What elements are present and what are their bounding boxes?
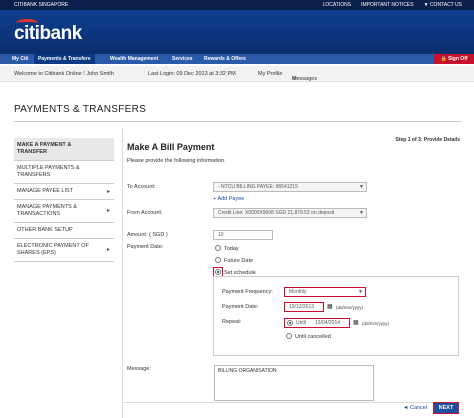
sidebar: MAKE A PAYMENT & TRANSFER MULTIPLE PAYME… <box>14 138 114 262</box>
tab-wealth-management[interactable]: Wealth Management <box>106 54 162 64</box>
option-future-label: Future Date <box>224 258 254 264</box>
date-format-hint: (dd/mm/yyyy) <box>336 305 363 310</box>
logo-arc-icon <box>16 19 38 27</box>
utility-links: LOCATIONS IMPORTANT NOTICES ▼ CONTACT US <box>323 2 462 8</box>
cancel-link[interactable]: ◄ Cancel <box>403 405 427 411</box>
my-profile-link[interactable]: My Profile <box>258 71 282 77</box>
important-notices-link[interactable]: IMPORTANT NOTICES <box>361 2 414 8</box>
last-login: Last Login: 09 Dec 2013 at 3:32 PM <box>148 71 236 77</box>
divider <box>123 402 463 403</box>
main-nav: My Citi Payments & Transfers Wealth Mana… <box>0 54 474 64</box>
repeat-label: Repeat: <box>222 319 242 325</box>
radio-today[interactable] <box>215 245 221 251</box>
welcome-greeting: Welcome to Citibank Online ! John Smith <box>14 71 114 77</box>
amount-label: Amount: ( SGD ) <box>127 232 168 238</box>
message-label: Message: <box>127 366 151 372</box>
divider <box>14 121 462 122</box>
tab-services[interactable]: Services <box>168 54 197 64</box>
locations-link[interactable]: LOCATIONS <box>323 2 352 8</box>
option-today-label: Today <box>224 246 239 252</box>
radio-until[interactable] <box>287 320 293 326</box>
radio-set-schedule[interactable] <box>215 269 221 275</box>
frequency-select[interactable]: Monthly ▼ <box>284 287 366 297</box>
amount-input[interactable]: 10 <box>213 230 273 240</box>
schedule-date-label: Payment Date: <box>222 304 259 310</box>
chevron-down-icon: ▼ <box>359 184 364 190</box>
from-account-select[interactable]: Credit Line: X0000X9008 SGD 21,879.52 on… <box>213 208 367 218</box>
sidebar-item-manage-transactions[interactable]: MANAGE PAYMENTS & TRANSACTIONS ▸ <box>14 200 114 223</box>
page-title: PAYMENTS & TRANSFERS <box>14 104 147 115</box>
site-label: CITIBANK SINGAPORE <box>14 2 69 8</box>
chevron-right-icon: ▸ <box>106 208 110 214</box>
schedule-date-input[interactable]: 13/12/2013 <box>284 302 324 312</box>
chevron-down-icon: ▼ <box>359 210 364 216</box>
until-date-input[interactable]: 13/04/2014 <box>315 319 340 327</box>
contact-us-link[interactable]: ▼ CONTACT US <box>424 2 462 8</box>
date-format-hint: (dd/mm/yyyy) <box>362 321 389 326</box>
form-subtitle: Please provide the following information… <box>127 158 226 164</box>
calendar-icon[interactable]: ▦ <box>353 319 359 326</box>
add-payee-link[interactable]: + Add Payee <box>213 196 244 202</box>
utility-bar: CITIBANK SINGAPORE LOCATIONS IMPORTANT N… <box>0 0 474 10</box>
to-account-select[interactable]: - NTCU BILLING PAYEE: 96541215 ▼ <box>213 182 367 192</box>
lock-icon: 🔒 <box>440 56 447 62</box>
payment-date-label: Payment Date: <box>127 244 164 250</box>
radio-future-date[interactable] <box>215 257 221 263</box>
schedule-panel: Payment Frequency: Monthly ▼ Payment Dat… <box>213 276 459 356</box>
sidebar-item-other-bank[interactable]: OTHER BANK SETUP <box>14 223 114 239</box>
tab-rewards-offers[interactable]: Rewards & Offers <box>200 54 250 64</box>
citibank-logo[interactable]: citibank <box>14 19 82 45</box>
tab-payments-transfers[interactable]: Payments & Transfers <box>34 54 95 64</box>
sign-off-button[interactable]: 🔒 Sign Off <box>434 54 474 64</box>
frequency-label: Payment Frequency: <box>222 289 273 295</box>
message-textarea[interactable]: BILLING ORGANISATION <box>214 365 374 401</box>
sidebar-item-multiple-payments[interactable]: MULTIPLE PAYMENTS & TRANSFERS <box>14 161 114 184</box>
tab-my-citi[interactable]: My Citi <box>8 54 32 64</box>
chevron-down-icon: ▼ <box>358 289 363 295</box>
form-title: Make A Bill Payment <box>127 142 215 152</box>
until-cancelled-label: Until cancelled <box>295 334 331 340</box>
welcome-strip: Welcome to Citibank Online ! John Smith … <box>0 66 474 82</box>
chevron-right-icon: ▸ <box>106 247 110 253</box>
calendar-icon[interactable]: ▦ <box>327 303 333 310</box>
sidebar-item-eps[interactable]: ELECTRONIC PAYMENT OF SHARES (EPS) ▸ <box>14 239 114 262</box>
bill-payment-form: Step 1 of 3: Provide Details Make A Bill… <box>122 128 463 418</box>
next-button[interactable]: NEXT <box>433 402 459 414</box>
from-account-label: From Account: <box>127 210 163 216</box>
sidebar-item-make-payment[interactable]: MAKE A PAYMENT & TRANSFER <box>14 138 114 161</box>
brand-bar: citibank <box>0 10 474 54</box>
chevron-right-icon: ▸ <box>106 188 110 195</box>
to-account-label: To Account: <box>127 184 156 190</box>
radio-until-cancelled[interactable] <box>286 333 292 339</box>
until-option[interactable]: Until 13/04/2014 <box>284 318 350 328</box>
step-indicator: Step 1 of 3: Provide Details <box>395 137 460 143</box>
sidebar-item-manage-payee[interactable]: MANAGE PAYEE LIST ▸ <box>14 184 114 200</box>
